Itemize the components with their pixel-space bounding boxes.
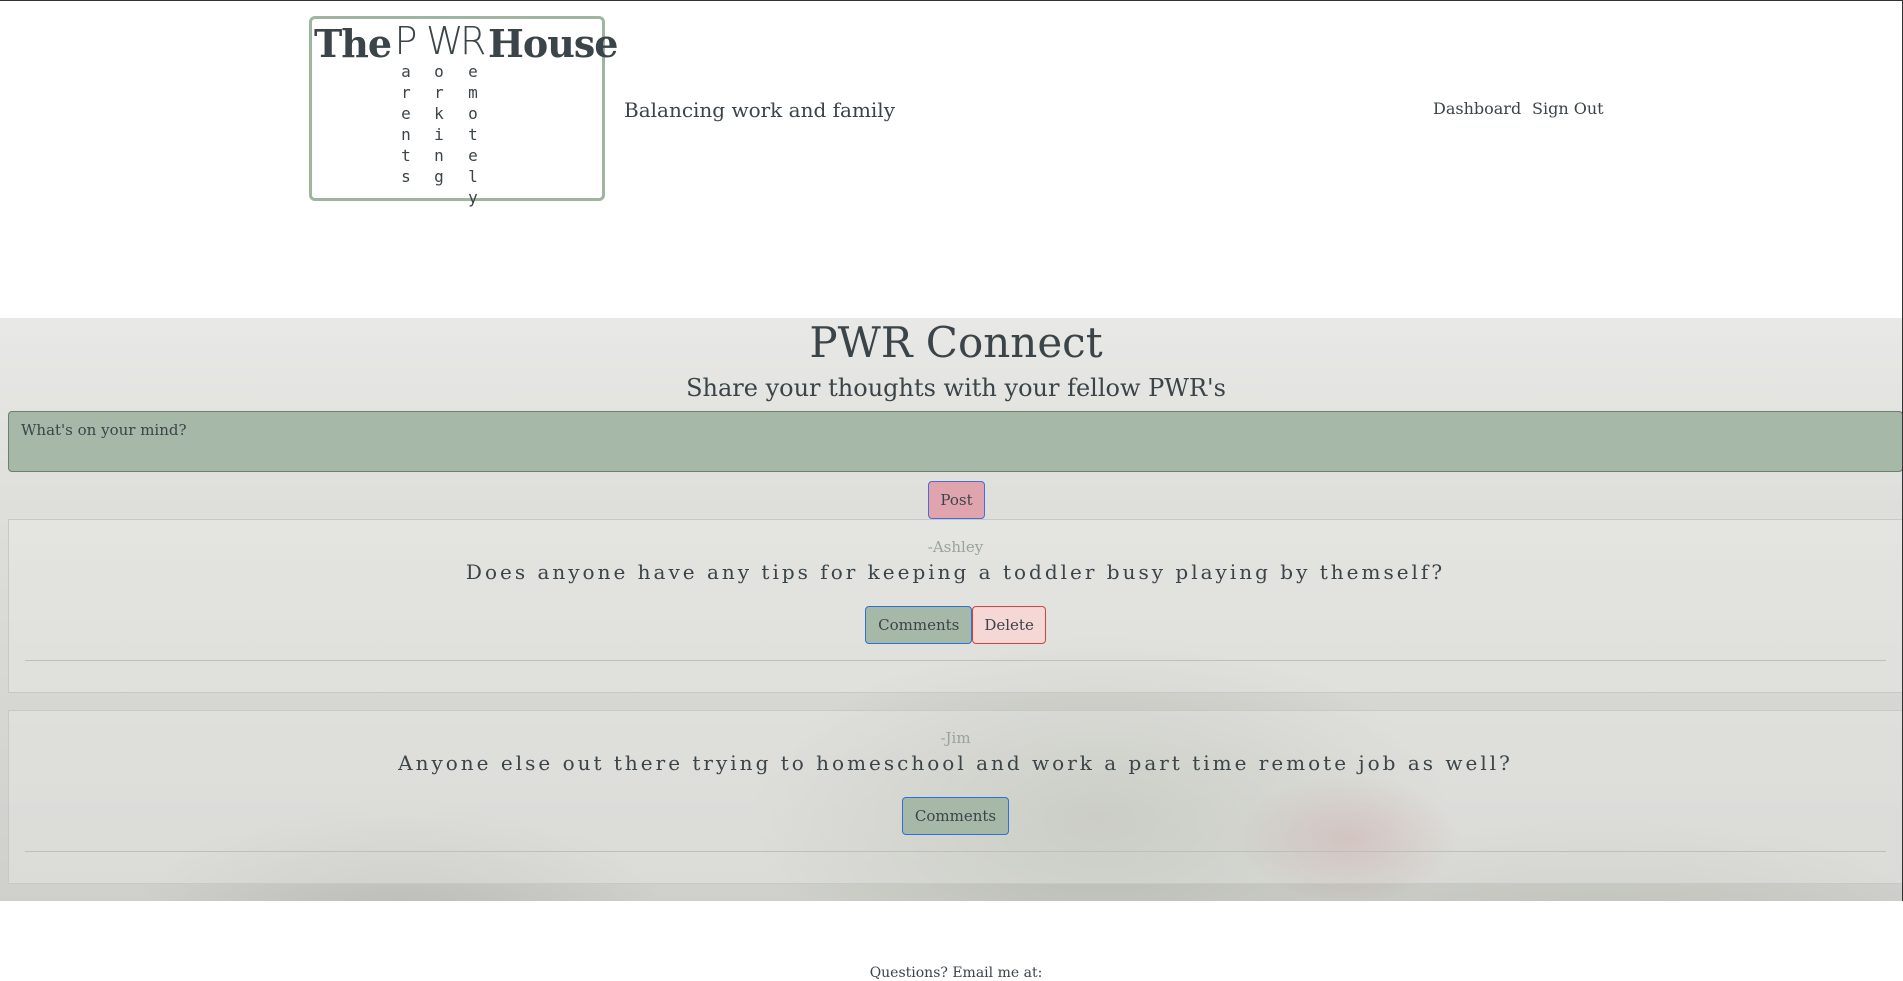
- logo-column-p: P arents: [393, 21, 419, 187]
- post-author: -Jim: [940, 729, 971, 747]
- nav-sign-out-link[interactable]: Sign Out: [1532, 99, 1604, 118]
- delete-button[interactable]: Delete: [972, 606, 1046, 644]
- post-actions: Comments: [9, 797, 1902, 835]
- logo-column-w: W orking: [426, 19, 464, 187]
- post-text: Does anyone have any tips for keeping a …: [465, 560, 1446, 584]
- page-title: PWR Connect: [809, 318, 1103, 367]
- post-card: -Ashley Does anyone have any tips for ke…: [8, 519, 1903, 693]
- post-actions: Comments Delete: [9, 606, 1902, 644]
- post-author: -Ashley: [927, 538, 984, 556]
- post-divider: [25, 660, 1886, 661]
- logo-the: The: [314, 21, 392, 66]
- logo-house: House: [488, 21, 618, 66]
- logo-column-r: R emotely: [460, 21, 486, 208]
- nav-dashboard-link[interactable]: Dashboard: [1433, 99, 1521, 118]
- logo-letter-w: W: [426, 19, 464, 63]
- site-logo[interactable]: The P arents W orking R emotely House: [309, 16, 618, 207]
- post-divider: [25, 851, 1886, 852]
- logo-letter-p: P: [394, 19, 418, 63]
- connect-section: PWR Connect Share your thoughts with you…: [0, 318, 1903, 901]
- site-tagline: Balancing work and family: [624, 98, 896, 122]
- page-subtitle: Share your thoughts with your fellow PWR…: [686, 374, 1226, 402]
- post-button[interactable]: Post: [928, 481, 985, 519]
- post-text: Anyone else out there trying to homescho…: [398, 751, 1513, 775]
- post-input[interactable]: [8, 411, 1903, 472]
- logo-letter-r: R: [460, 19, 487, 63]
- logo-word-remotely: emotely: [468, 62, 478, 207]
- comments-button[interactable]: Comments: [901, 797, 1010, 835]
- post-card: -Jim Anyone else out there trying to hom…: [8, 710, 1903, 884]
- comments-button[interactable]: Comments: [865, 606, 973, 644]
- logo-word-working: orking: [434, 62, 444, 186]
- footer-contact-text: Questions? Email me at:: [869, 965, 1043, 981]
- logo-word-parents: arents: [401, 62, 411, 186]
